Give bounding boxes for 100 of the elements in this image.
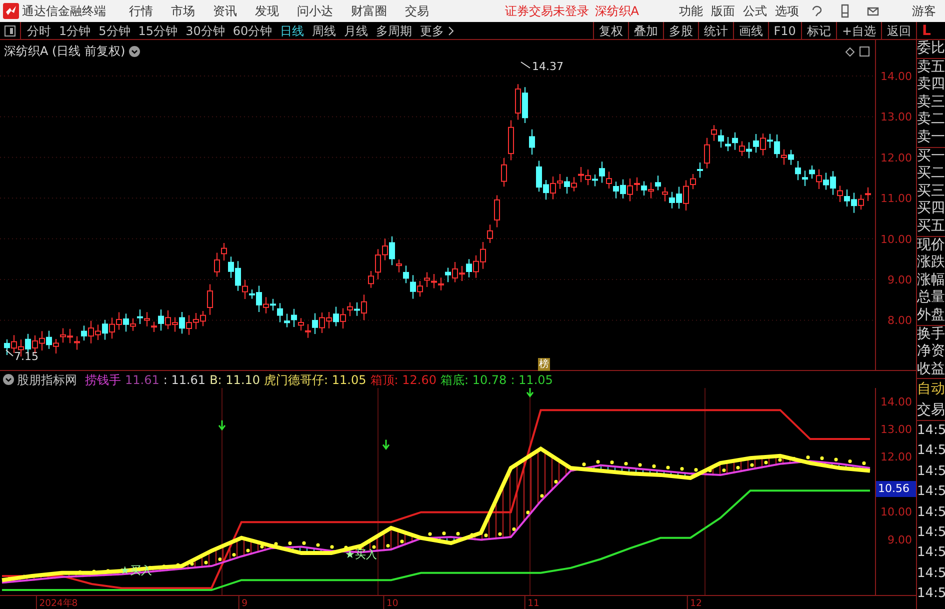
leader-line [520, 62, 530, 68]
menu-item[interactable]: 交易 [396, 2, 438, 20]
app-name: 通达信金融终端 [22, 3, 106, 20]
legend-value: : 11.05 [510, 372, 553, 388]
legend-value: 箱顶: 12.60 [370, 372, 436, 388]
axis-label: 12.00 [880, 151, 912, 164]
marker-label: 榜 [538, 358, 550, 371]
current-value-label: 10.56 [876, 481, 916, 498]
menu-item[interactable]: 版面 [707, 2, 739, 20]
status-text: 证券交易未登录 [504, 3, 589, 20]
trade-time: 14:5 [917, 564, 945, 583]
period-tab[interactable]: 1分钟 [55, 22, 95, 40]
legend-value: : 11.61 [163, 372, 206, 388]
period-tab[interactable]: 15分钟 [134, 22, 182, 40]
axis-label: 9.00 [888, 274, 912, 286]
diamond-icon[interactable] [845, 47, 855, 57]
down-arrow-icon [218, 420, 226, 431]
toolbar-button[interactable]: 多股 [662, 22, 698, 40]
axis-label: 14.00 [880, 395, 912, 408]
legend-value: 箱底: 10.78 [440, 372, 507, 388]
axis-label: 10.00 [880, 232, 912, 246]
axis-label: 9.00 [888, 533, 912, 546]
axis-label: 8.00 [888, 314, 912, 328]
quote-field-label: 现价 [917, 236, 945, 254]
legend-value: 捞钱手 [85, 372, 121, 388]
quote-field-label: 涨跌 [917, 254, 945, 272]
menu-item[interactable]: 财富圈 [342, 2, 396, 20]
chevron-right-icon[interactable] [448, 26, 456, 36]
period-tab[interactable]: 60分钟 [228, 22, 276, 40]
dropdown-icon[interactable] [129, 46, 140, 56]
quote-field-label: 卖四 [917, 76, 945, 94]
date-label: 9 [242, 598, 248, 609]
toolbar-button[interactable]: 叠加 [628, 22, 663, 40]
axis-label: 14.00 [880, 70, 912, 83]
dropdown-icon[interactable] [3, 374, 14, 385]
quote-field-label: 卖二 [917, 111, 945, 129]
legend-value: 虎门德哥仔: 11.05 [264, 372, 366, 388]
period-tab[interactable]: 分时 [23, 22, 55, 40]
legend-value: 11.61 [125, 372, 160, 388]
trade-time: 14:5 [917, 524, 945, 542]
low-price-label: 7.15 [14, 350, 38, 363]
indicator-name[interactable]: 股朋指标网 [17, 370, 77, 388]
quote-field-label: 卖五 [917, 58, 945, 76]
menu-item[interactable]: 资讯 [204, 2, 246, 20]
quote-field-label: 卖三 [917, 94, 945, 112]
date-label: 12 [690, 598, 702, 609]
trade-time: 14:5 [917, 442, 945, 460]
trade-time: 14:5 [917, 422, 945, 440]
quote-field-label: 总量 [917, 289, 945, 307]
period-tab[interactable]: 5分钟 [94, 22, 134, 40]
date-label: 2024年8 [39, 598, 78, 609]
period-tab[interactable]: 月线 [340, 22, 372, 40]
quote-field-label: 买一 [917, 148, 945, 166]
quote-field-label: 买四 [917, 200, 945, 218]
menu-item[interactable]: 市场 [162, 2, 204, 20]
quote-field-label: 买二 [917, 165, 945, 183]
axis-label: 13.00 [880, 110, 912, 124]
menu-item[interactable]: 功能 [675, 2, 707, 20]
toolbar-button[interactable]: +自选 [836, 22, 881, 40]
menu-item[interactable]: 发现 [246, 2, 288, 20]
quote-field-label: 换手 [917, 326, 945, 344]
trade-time: 14:5 [917, 504, 945, 522]
menu-item[interactable]: 行情 [120, 2, 162, 20]
trade-time: 14:5 [917, 462, 945, 481]
axis-label: 12.00 [880, 450, 912, 464]
axis-label: 13.00 [880, 422, 912, 436]
quote-field-label: 净资 [917, 343, 945, 361]
period-tab[interactable]: 多周期 [372, 22, 416, 40]
toolbar-button[interactable]: 复权 [592, 22, 628, 40]
side-panel-header: L [916, 22, 945, 40]
quote-field-label: 卖一 [917, 128, 945, 147]
down-arrow-icon [526, 388, 534, 398]
down-arrow-icon [382, 438, 390, 450]
period-tab[interactable]: 日线 [276, 22, 308, 40]
panel-toggle-icon[interactable] [4, 24, 16, 36]
period-tab[interactable]: 周线 [308, 22, 340, 40]
toolbar-button[interactable]: 统计 [698, 22, 733, 40]
app-logo-icon [3, 3, 19, 19]
axis-label: 11.00 [880, 192, 912, 206]
toolbar-button[interactable]: 标记 [800, 22, 836, 40]
date-label: 11 [528, 598, 540, 609]
auto-label[interactable]: 自动 [917, 379, 945, 400]
quote-field-label: 收益 [917, 360, 945, 378]
high-price-label: 14.37 [532, 60, 564, 73]
menu-item[interactable]: 公式 [739, 2, 771, 20]
period-tab[interactable]: 更多 [416, 22, 448, 40]
quote-field-label: 外盘 [917, 306, 945, 324]
period-tab[interactable]: 30分钟 [182, 22, 229, 40]
menu-item[interactable]: 问小达 [288, 2, 342, 20]
menu-item[interactable]: 选项 [771, 2, 803, 20]
trade-time: 14:5 [917, 585, 945, 604]
trade-time: 14:5 [917, 483, 945, 502]
status-text: 深纺织A [594, 3, 639, 20]
date-label: 10 [386, 598, 398, 609]
panel-toggle-icon[interactable] [860, 46, 870, 56]
toolbar-button[interactable]: F10 [768, 22, 801, 40]
toolbar-button[interactable]: 画线 [732, 22, 768, 40]
user-name[interactable]: 游客 [903, 2, 945, 20]
quote-field-label: 委比 [917, 40, 945, 58]
toolbar-button[interactable]: 返回 [881, 22, 916, 40]
